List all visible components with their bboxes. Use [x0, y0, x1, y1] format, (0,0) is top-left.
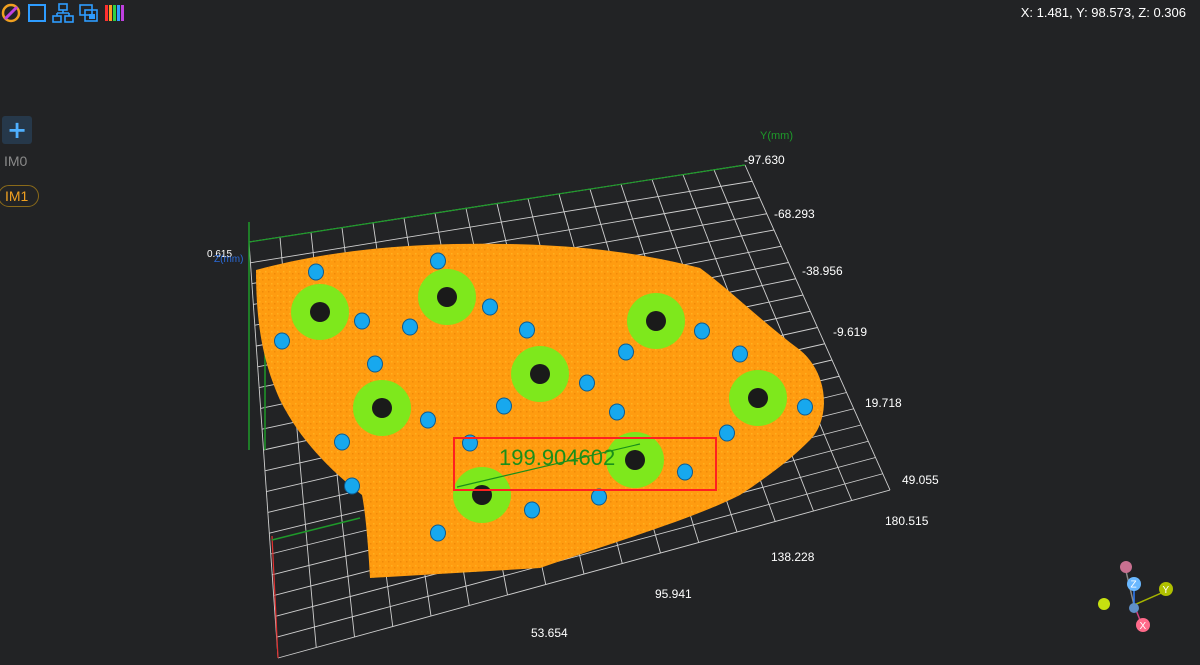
- bolt-hole: [482, 298, 498, 316]
- bolt-hole: [694, 322, 710, 340]
- washer-hole: [625, 450, 645, 470]
- z-axis-title: Z(mm): [214, 254, 243, 265]
- washer-hole: [748, 388, 768, 408]
- y-tick-label: -68.293: [774, 207, 815, 221]
- y-tick-label: -97.630: [744, 153, 785, 167]
- bolt-hole: [732, 345, 748, 363]
- y-tick-label: 49.055: [902, 473, 939, 487]
- gizmo-neg-y-dot: [1098, 598, 1110, 610]
- washer-hole: [310, 302, 330, 322]
- gizmo-z-label: Z: [1131, 580, 1137, 591]
- bolt-hole: [797, 398, 813, 416]
- measurement-value: 199.904602: [499, 445, 615, 470]
- y-tick-label: -38.956: [802, 264, 843, 278]
- bolt-hole: [430, 524, 446, 542]
- bolt-hole: [519, 321, 535, 339]
- bolt-hole: [591, 488, 607, 506]
- x-axis-line: [271, 535, 279, 659]
- bolt-hole: [677, 463, 693, 481]
- bolt-hole: [308, 263, 324, 281]
- bolt-hole: [354, 312, 370, 330]
- x-tick-label: 180.515: [885, 514, 929, 528]
- bolt-hole: [367, 355, 383, 373]
- bolt-hole: [496, 397, 512, 415]
- bolt-hole: [609, 403, 625, 421]
- washer-hole: [372, 398, 392, 418]
- bolt-hole: [430, 252, 446, 270]
- orientation-gizmo[interactable]: Z Y X: [1090, 555, 1180, 645]
- washer-hole: [530, 364, 550, 384]
- gizmo-x-label: X: [1140, 621, 1147, 632]
- washer-hole: [472, 485, 492, 505]
- bolt-hole: [420, 411, 436, 429]
- bolt-hole: [719, 424, 735, 442]
- x-tick-label: 138.228: [771, 550, 815, 564]
- bolt-hole: [524, 501, 540, 519]
- y-axis-title: Y(mm): [760, 130, 793, 142]
- gizmo-neg-z-dot: [1120, 561, 1132, 573]
- gizmo-neg-x-dot: [1129, 603, 1139, 613]
- washer-hole: [437, 287, 457, 307]
- bolt-hole: [402, 318, 418, 336]
- gizmo-y-label: Y: [1163, 585, 1170, 596]
- x-tick-label: 95.941: [655, 587, 692, 601]
- bolt-hole: [274, 332, 290, 350]
- y-tick-label: -9.619: [833, 325, 867, 339]
- bolt-hole: [579, 374, 595, 392]
- bolt-hole: [618, 343, 634, 361]
- bolt-hole: [344, 477, 360, 495]
- x-tick-label: 53.654: [531, 626, 568, 640]
- bolt-hole: [334, 433, 350, 451]
- washer-hole: [646, 311, 666, 331]
- viewport-3d[interactable]: 199.904602 Y(mm) 0.615 Z(mm) -97.630 -68…: [0, 0, 1200, 665]
- y-tick-label: 19.718: [865, 396, 902, 410]
